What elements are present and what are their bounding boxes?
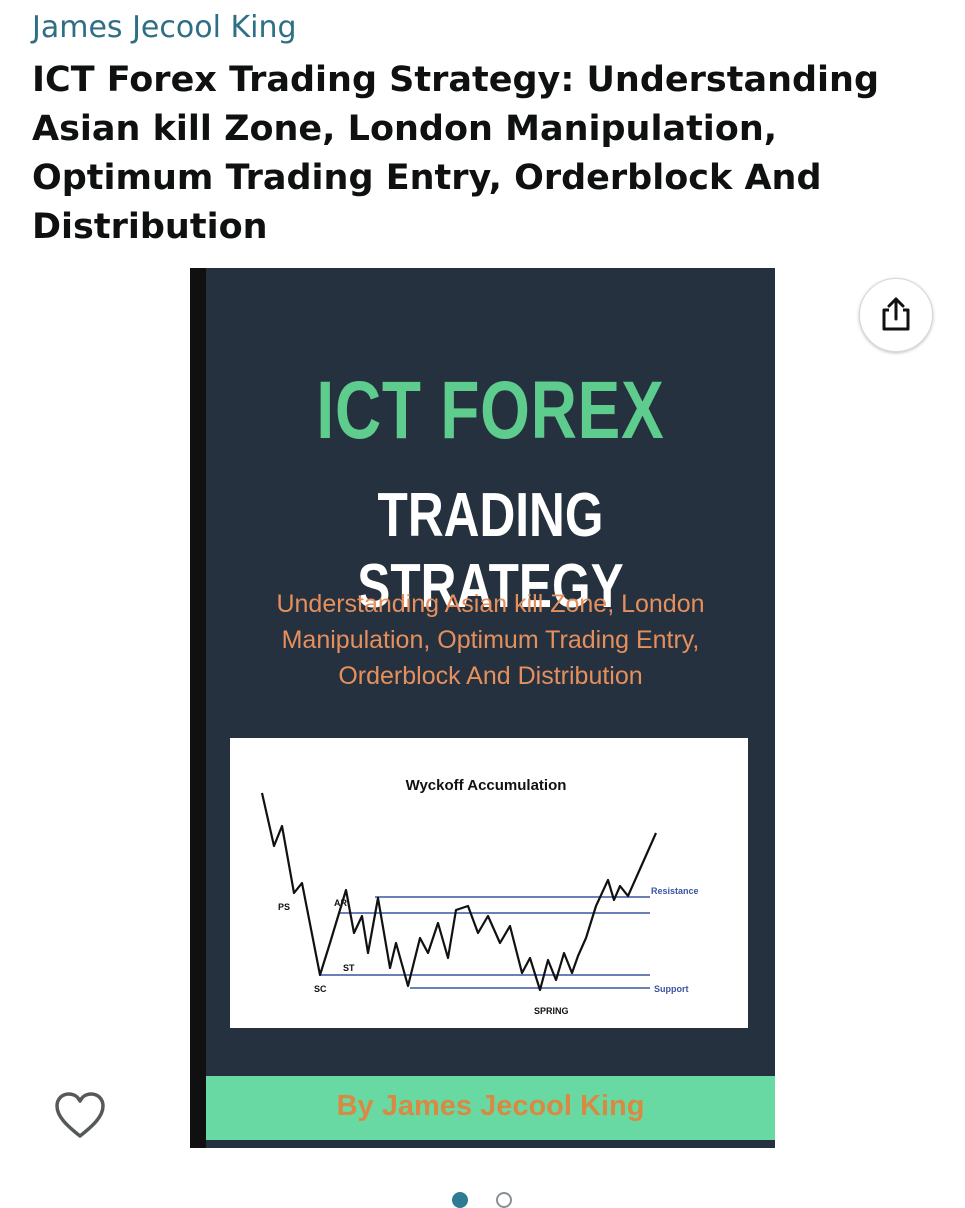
heart-icon xyxy=(55,1092,105,1138)
favorite-button[interactable] xyxy=(52,1090,108,1142)
product-title: ICT Forex Trading Strategy: Understandin… xyxy=(32,60,880,247)
cover-byline: By James Jecool King xyxy=(336,1090,645,1122)
cover-subtitle-line: Manipulation, Optimum Trading Entry, xyxy=(281,626,700,654)
share-icon xyxy=(882,297,910,331)
share-button[interactable] xyxy=(859,278,933,352)
carousel-dot[interactable] xyxy=(496,1192,512,1208)
wyckoff-diagram: Wyckoff Accumulation PS AR ST SC SPRING … xyxy=(230,738,748,1028)
wyckoff-diagram-svg: Wyckoff Accumulation PS AR ST SC SPRING … xyxy=(260,777,699,1016)
carousel-dot-active[interactable] xyxy=(452,1192,468,1208)
author-link[interactable]: James Jecool King xyxy=(32,10,297,45)
cover-headline: ICT FOREX xyxy=(316,365,665,456)
cover-subtitle: Understanding Asian kill Zone, London Ma… xyxy=(226,586,755,694)
price-path xyxy=(260,792,658,992)
cover-author-band: By James Jecool King xyxy=(206,1076,775,1140)
cover-subtitle-line: Orderblock And Distribution xyxy=(338,662,643,690)
cover-subtitle-line: Understanding Asian kill Zone, London xyxy=(276,590,705,618)
cover-panel: ICT FOREX TRADING STRATEGY Understanding… xyxy=(206,268,775,1148)
label-ar: AR xyxy=(334,898,347,908)
label-ps: PS xyxy=(278,902,290,912)
diagram-title: Wyckoff Accumulation xyxy=(406,777,567,794)
book-cover-image[interactable]: ICT FOREX TRADING STRATEGY Understanding… xyxy=(190,268,775,1148)
label-sc: SC xyxy=(314,984,327,994)
label-resistance: Resistance xyxy=(651,886,699,896)
label-support: Support xyxy=(654,984,689,994)
label-spring: SPRING xyxy=(534,1006,569,1016)
label-st: ST xyxy=(343,963,355,973)
